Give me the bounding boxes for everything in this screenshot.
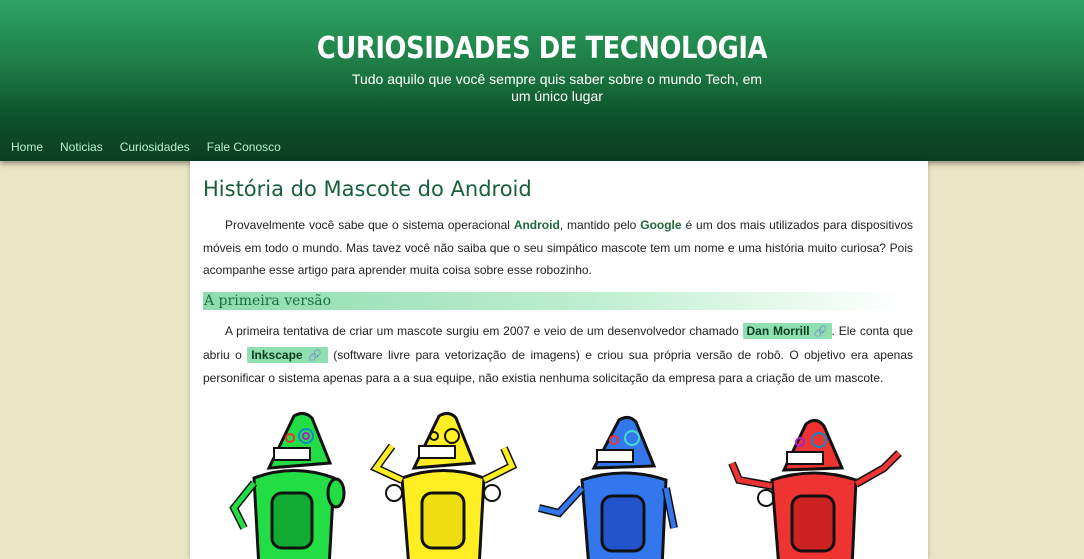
green-robot	[229, 411, 346, 559]
section-text-1: A primeira tentativa de criar um mascote…	[225, 324, 743, 338]
yellow-robot	[369, 411, 518, 559]
site-header: CURIOSIDADES DE TECNOLOGIA Tudo aquilo q…	[0, 0, 1084, 161]
intro-text-2: , mantido pelo	[559, 218, 641, 232]
dan-morrill-link[interactable]: Dan Morrill 🔗	[742, 323, 832, 339]
dan-morrill-label: Dan Morrill	[746, 324, 810, 338]
intro-paragraph: Provavelmente você sabe que o sistema op…	[203, 214, 913, 282]
section-paragraph: A primeira tentativa de criar um mascote…	[203, 320, 913, 390]
link-icon: 🔗	[308, 349, 324, 362]
nav-curiosidades[interactable]: Curiosidades	[120, 138, 190, 158]
site-title: CURIOSIDADES DE TECNOLOGIA	[316, 31, 768, 66]
nav-home[interactable]: Home	[11, 138, 43, 158]
robot-mascots-illustration	[229, 411, 902, 559]
link-icon: 🔗	[813, 326, 828, 338]
inkscape-label: Inkscape	[251, 347, 303, 362]
intro-text-1: Provavelmente você sabe que o sistema op…	[225, 218, 514, 232]
main-nav: Home Noticias Curiosidades Fale Conosco	[0, 138, 287, 158]
google-keyword: Google	[640, 218, 682, 232]
blue-robot	[538, 415, 678, 559]
red-robot	[728, 419, 902, 559]
article-title: História do Mascote do Android	[203, 177, 532, 201]
inkscape-link[interactable]: Inkscape 🔗	[247, 346, 328, 363]
android-keyword: Android	[513, 218, 560, 232]
nav-fale-conosco[interactable]: Fale Conosco	[207, 138, 281, 158]
nav-noticias[interactable]: Noticias	[60, 138, 103, 158]
article-panel: História do Mascote do Android Provavelm…	[190, 161, 928, 559]
site-tagline: Tudo aquilo que você sempre quis saber s…	[351, 71, 763, 104]
section-title: A primeira versão	[203, 292, 903, 310]
